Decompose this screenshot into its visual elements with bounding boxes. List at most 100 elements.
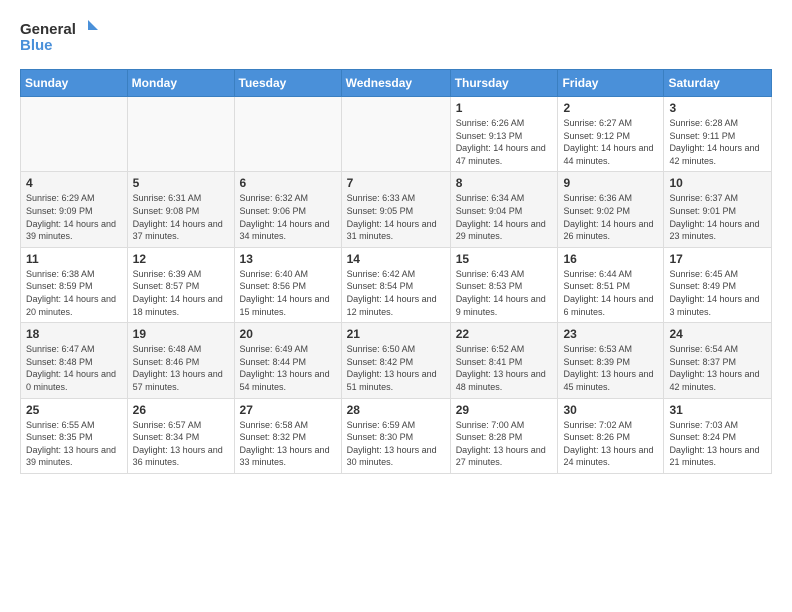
calendar-cell [21,97,128,172]
calendar-cell: 26Sunrise: 6:57 AM Sunset: 8:34 PM Dayli… [127,398,234,473]
day-info: Sunrise: 6:47 AM Sunset: 8:48 PM Dayligh… [26,343,122,393]
day-info: Sunrise: 6:27 AM Sunset: 9:12 PM Dayligh… [563,117,658,167]
day-info: Sunrise: 7:02 AM Sunset: 8:26 PM Dayligh… [563,419,658,469]
calendar-cell: 13 Sunrise: 6:40 AM Sunset: 8:56 PM Dayli… [234,247,341,322]
day-number: 29 [456,403,553,417]
day-number: 14 [347,252,445,266]
day-number: 25 [26,403,122,417]
weekday-header-wednesday: Wednesday [341,70,450,97]
day-number: 20 [240,327,336,341]
day-info: Sunrise: 6:34 AM Sunset: 9:04 PM Dayligh… [456,192,553,242]
day-number: 26 [133,403,229,417]
day-number: 10 [669,176,766,190]
calendar-cell: 9 Sunrise: 6:36 AM Sunset: 9:02 PM Daylig… [558,172,664,247]
calendar-cell [234,97,341,172]
svg-text:Blue: Blue [20,37,53,54]
day-number: 13 [240,252,336,266]
weekday-header-row: SundayMondayTuesdayWednesdayThursdayFrid… [21,70,772,97]
calendar-week-row: 18 Sunrise: 6:47 AM Sunset: 8:48 PM Dayli… [21,323,772,398]
calendar-cell [341,97,450,172]
calendar-cell: 11Sunrise: 6:38 AM Sunset: 8:59 PM Dayli… [21,247,128,322]
day-number: 2 [563,101,658,115]
day-number: 18 [26,327,122,341]
day-info: Sunrise: 6:28 AM Sunset: 9:11 PM Dayligh… [669,117,766,167]
day-info: Sunrise: 6:42 AM Sunset: 8:54 PM Dayligh… [347,268,445,318]
day-number: 16 [563,252,658,266]
calendar-cell: 27 Sunrise: 6:58 AM Sunset: 8:32 PM Dayli… [234,398,341,473]
day-info: Sunrise: 7:00 AM Sunset: 8:28 PM Dayligh… [456,419,553,469]
calendar-table: SundayMondayTuesdayWednesdayThursdayFrid… [20,69,772,474]
day-info: Sunrise: 6:49 AM Sunset: 8:44 PM Dayligh… [240,343,336,393]
day-info: Sunrise: 6:55 AM Sunset: 8:35 PM Dayligh… [26,419,122,469]
calendar-cell: 15Sunrise: 6:43 AM Sunset: 8:53 PM Dayli… [450,247,558,322]
day-number: 23 [563,327,658,341]
calendar-cell: 29 Sunrise: 7:00 AM Sunset: 8:28 PM Dayli… [450,398,558,473]
calendar-cell [127,97,234,172]
day-info: Sunrise: 6:40 AM Sunset: 8:56 PM Dayligh… [240,268,336,318]
calendar-cell: 7 Sunrise: 6:33 AM Sunset: 9:05 PM Daylig… [341,172,450,247]
day-number: 27 [240,403,336,417]
day-info: Sunrise: 6:26 AM Sunset: 9:13 PM Dayligh… [456,117,553,167]
calendar-week-row: 25 Sunrise: 6:55 AM Sunset: 8:35 PM Dayli… [21,398,772,473]
calendar-cell: 3 Sunrise: 6:28 AM Sunset: 9:11 PM Daylig… [664,97,772,172]
calendar-cell: 23 Sunrise: 6:53 AM Sunset: 8:39 PM Dayli… [558,323,664,398]
day-info: Sunrise: 6:39 AM Sunset: 8:57 PM Dayligh… [133,268,229,318]
day-number: 31 [669,403,766,417]
calendar-cell: 20 Sunrise: 6:49 AM Sunset: 8:44 PM Dayli… [234,323,341,398]
day-number: 12 [133,252,229,266]
day-number: 22 [456,327,553,341]
weekday-header-sunday: Sunday [21,70,128,97]
day-number: 8 [456,176,553,190]
day-info: Sunrise: 6:48 AM Sunset: 8:46 PM Dayligh… [133,343,229,393]
calendar-cell: 18 Sunrise: 6:47 AM Sunset: 8:48 PM Dayli… [21,323,128,398]
day-number: 1 [456,101,553,115]
day-number: 30 [563,403,658,417]
calendar-cell: 31Sunrise: 7:03 AM Sunset: 8:24 PM Dayli… [664,398,772,473]
day-info: Sunrise: 6:59 AM Sunset: 8:30 PM Dayligh… [347,419,445,469]
calendar-cell: 1 Sunrise: 6:26 AM Sunset: 9:13 PM Daylig… [450,97,558,172]
day-number: 21 [347,327,445,341]
day-info: Sunrise: 6:36 AM Sunset: 9:02 PM Dayligh… [563,192,658,242]
day-number: 28 [347,403,445,417]
calendar-cell: 21Sunrise: 6:50 AM Sunset: 8:42 PM Dayli… [341,323,450,398]
day-number: 7 [347,176,445,190]
svg-text:General: General [20,21,76,38]
day-number: 4 [26,176,122,190]
day-info: Sunrise: 6:44 AM Sunset: 8:51 PM Dayligh… [563,268,658,318]
weekday-header-saturday: Saturday [664,70,772,97]
day-info: Sunrise: 6:29 AM Sunset: 9:09 PM Dayligh… [26,192,122,242]
weekday-header-friday: Friday [558,70,664,97]
day-number: 11 [26,252,122,266]
calendar-cell: 24 Sunrise: 6:54 AM Sunset: 8:37 PM Dayli… [664,323,772,398]
calendar-cell: 14 Sunrise: 6:42 AM Sunset: 8:54 PM Dayli… [341,247,450,322]
calendar-cell: 22 Sunrise: 6:52 AM Sunset: 8:41 PM Dayli… [450,323,558,398]
weekday-header-monday: Monday [127,70,234,97]
day-number: 17 [669,252,766,266]
page-header: General Blue [20,16,772,61]
day-number: 9 [563,176,658,190]
calendar-cell: 8 Sunrise: 6:34 AM Sunset: 9:04 PM Daylig… [450,172,558,247]
logo: General Blue [20,16,110,61]
day-number: 24 [669,327,766,341]
calendar-cell: 4 Sunrise: 6:29 AM Sunset: 9:09 PM Daylig… [21,172,128,247]
weekday-header-tuesday: Tuesday [234,70,341,97]
calendar-cell: 28 Sunrise: 6:59 AM Sunset: 8:30 PM Dayli… [341,398,450,473]
calendar-cell: 16 Sunrise: 6:44 AM Sunset: 8:51 PM Dayli… [558,247,664,322]
generalblue-logo: General Blue [20,16,110,61]
calendar-cell: 2 Sunrise: 6:27 AM Sunset: 9:12 PM Daylig… [558,97,664,172]
day-info: Sunrise: 6:58 AM Sunset: 8:32 PM Dayligh… [240,419,336,469]
calendar-cell: 5Sunrise: 6:31 AM Sunset: 9:08 PM Daylig… [127,172,234,247]
day-info: Sunrise: 6:53 AM Sunset: 8:39 PM Dayligh… [563,343,658,393]
day-info: Sunrise: 6:45 AM Sunset: 8:49 PM Dayligh… [669,268,766,318]
calendar-cell: 17 Sunrise: 6:45 AM Sunset: 8:49 PM Dayli… [664,247,772,322]
day-number: 19 [133,327,229,341]
day-info: Sunrise: 6:54 AM Sunset: 8:37 PM Dayligh… [669,343,766,393]
day-number: 15 [456,252,553,266]
calendar-week-row: 11Sunrise: 6:38 AM Sunset: 8:59 PM Dayli… [21,247,772,322]
day-info: Sunrise: 6:32 AM Sunset: 9:06 PM Dayligh… [240,192,336,242]
day-info: Sunrise: 6:37 AM Sunset: 9:01 PM Dayligh… [669,192,766,242]
day-number: 3 [669,101,766,115]
day-info: Sunrise: 6:33 AM Sunset: 9:05 PM Dayligh… [347,192,445,242]
day-info: Sunrise: 6:52 AM Sunset: 8:41 PM Dayligh… [456,343,553,393]
calendar-cell: 30 Sunrise: 7:02 AM Sunset: 8:26 PM Dayli… [558,398,664,473]
